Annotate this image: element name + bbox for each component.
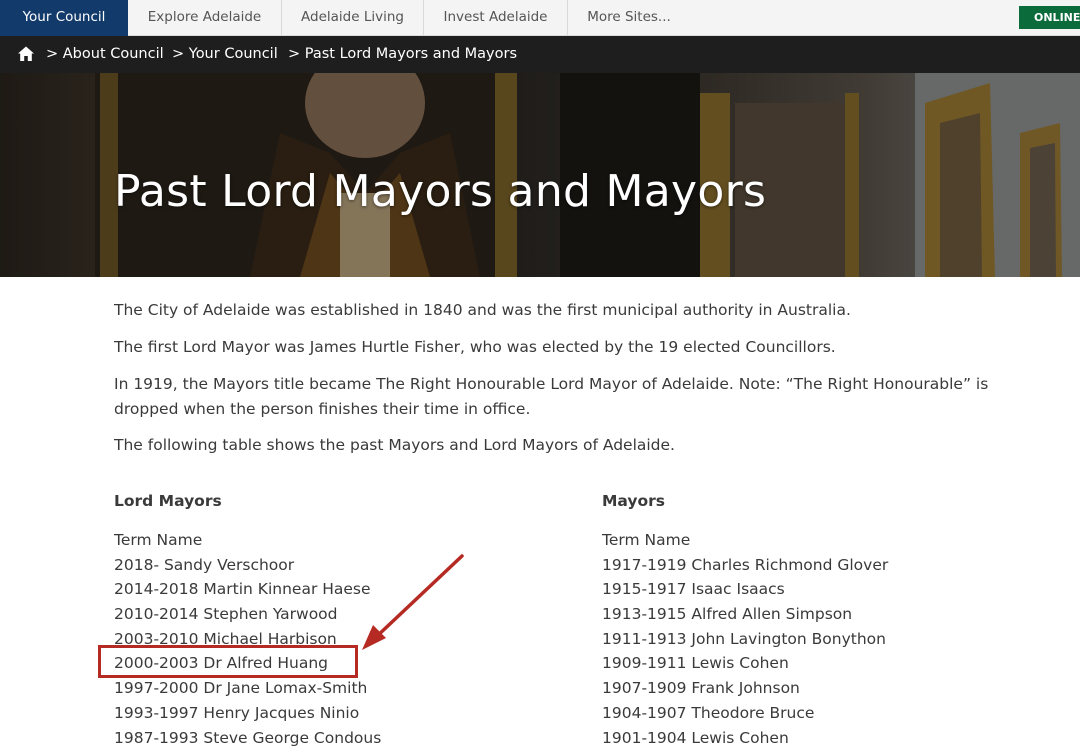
annotation-arrow-icon [362, 554, 464, 650]
